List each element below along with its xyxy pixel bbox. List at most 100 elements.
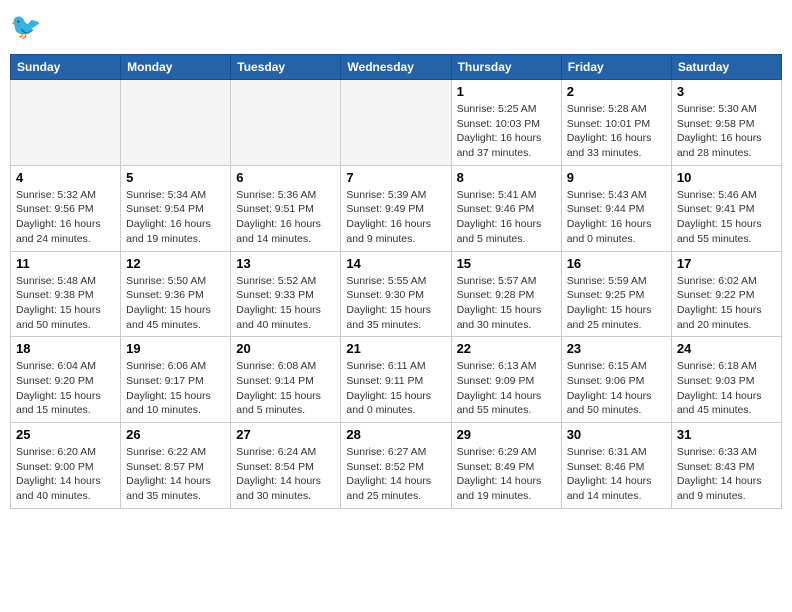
day-number: 3	[677, 84, 776, 99]
day-number: 30	[567, 427, 666, 442]
day-number: 10	[677, 170, 776, 185]
day-info: Sunrise: 6:18 AM Sunset: 9:03 PM Dayligh…	[677, 359, 776, 418]
calendar-cell: 11 Sunrise: 5:48 AM Sunset: 9:38 PM Dayli…	[11, 251, 121, 337]
day-info: Sunrise: 5:30 AM Sunset: 9:58 PM Dayligh…	[677, 102, 776, 161]
day-number: 4	[16, 170, 115, 185]
calendar-cell: 23 Sunrise: 6:15 AM Sunset: 9:06 PM Dayli…	[561, 337, 671, 423]
day-number: 25	[16, 427, 115, 442]
calendar-cell: 3 Sunrise: 5:30 AM Sunset: 9:58 PM Daylig…	[671, 80, 781, 166]
day-number: 16	[567, 256, 666, 271]
weekday-header-thursday: Thursday	[451, 55, 561, 80]
day-number: 11	[16, 256, 115, 271]
logo: 🐦	[10, 10, 50, 46]
day-info: Sunrise: 5:57 AM Sunset: 9:28 PM Dayligh…	[457, 274, 556, 333]
day-number: 1	[457, 84, 556, 99]
day-number: 5	[126, 170, 225, 185]
calendar-week-4: 18 Sunrise: 6:04 AM Sunset: 9:20 PM Dayli…	[11, 337, 782, 423]
day-number: 7	[346, 170, 445, 185]
calendar-cell: 28 Sunrise: 6:27 AM Sunset: 8:52 PM Dayli…	[341, 423, 451, 509]
calendar-cell: 22 Sunrise: 6:13 AM Sunset: 9:09 PM Dayli…	[451, 337, 561, 423]
weekday-header-tuesday: Tuesday	[231, 55, 341, 80]
svg-text:🐦: 🐦	[10, 13, 41, 41]
calendar-cell: 20 Sunrise: 6:08 AM Sunset: 9:14 PM Dayli…	[231, 337, 341, 423]
calendar-table: SundayMondayTuesdayWednesdayThursdayFrid…	[10, 54, 782, 509]
day-number: 17	[677, 256, 776, 271]
day-number: 18	[16, 341, 115, 356]
day-info: Sunrise: 6:08 AM Sunset: 9:14 PM Dayligh…	[236, 359, 335, 418]
calendar-cell: 18 Sunrise: 6:04 AM Sunset: 9:20 PM Dayli…	[11, 337, 121, 423]
day-info: Sunrise: 5:41 AM Sunset: 9:46 PM Dayligh…	[457, 188, 556, 247]
day-info: Sunrise: 5:39 AM Sunset: 9:49 PM Dayligh…	[346, 188, 445, 247]
calendar-cell: 19 Sunrise: 6:06 AM Sunset: 9:17 PM Dayli…	[121, 337, 231, 423]
day-number: 14	[346, 256, 445, 271]
day-number: 2	[567, 84, 666, 99]
day-number: 29	[457, 427, 556, 442]
day-info: Sunrise: 6:15 AM Sunset: 9:06 PM Dayligh…	[567, 359, 666, 418]
day-number: 26	[126, 427, 225, 442]
day-number: 8	[457, 170, 556, 185]
calendar-cell: 12Sunrise: 5:50 AM Sunset: 9:36 PM Dayli…	[121, 251, 231, 337]
calendar-cell: 8 Sunrise: 5:41 AM Sunset: 9:46 PM Daylig…	[451, 165, 561, 251]
weekday-header-wednesday: Wednesday	[341, 55, 451, 80]
calendar-cell	[231, 80, 341, 166]
calendar-cell: 30 Sunrise: 6:31 AM Sunset: 8:46 PM Dayli…	[561, 423, 671, 509]
calendar-cell: 9 Sunrise: 5:43 AM Sunset: 9:44 PM Daylig…	[561, 165, 671, 251]
calendar-body: 1Sunrise: 5:25 AM Sunset: 10:03 PM Dayli…	[11, 80, 782, 509]
day-info: Sunrise: 5:52 AM Sunset: 9:33 PM Dayligh…	[236, 274, 335, 333]
calendar-cell: 13 Sunrise: 5:52 AM Sunset: 9:33 PM Dayli…	[231, 251, 341, 337]
day-info: Sunrise: 6:06 AM Sunset: 9:17 PM Dayligh…	[126, 359, 225, 418]
calendar-cell: 24 Sunrise: 6:18 AM Sunset: 9:03 PM Dayli…	[671, 337, 781, 423]
day-info: Sunrise: 6:24 AM Sunset: 8:54 PM Dayligh…	[236, 445, 335, 504]
day-number: 6	[236, 170, 335, 185]
day-number: 12	[126, 256, 225, 271]
day-number: 31	[677, 427, 776, 442]
calendar-cell: 6 Sunrise: 5:36 AM Sunset: 9:51 PM Daylig…	[231, 165, 341, 251]
calendar-week-2: 4Sunrise: 5:32 AM Sunset: 9:56 PM Daylig…	[11, 165, 782, 251]
day-number: 9	[567, 170, 666, 185]
day-info: Sunrise: 5:28 AM Sunset: 10:01 PM Daylig…	[567, 102, 666, 161]
calendar-cell: 25Sunrise: 6:20 AM Sunset: 9:00 PM Dayli…	[11, 423, 121, 509]
calendar-week-5: 25Sunrise: 6:20 AM Sunset: 9:00 PM Dayli…	[11, 423, 782, 509]
day-number: 13	[236, 256, 335, 271]
day-info: Sunrise: 6:31 AM Sunset: 8:46 PM Dayligh…	[567, 445, 666, 504]
day-info: Sunrise: 6:29 AM Sunset: 8:49 PM Dayligh…	[457, 445, 556, 504]
page-header: 🐦	[10, 10, 782, 46]
day-number: 28	[346, 427, 445, 442]
day-info: Sunrise: 5:48 AM Sunset: 9:38 PM Dayligh…	[16, 274, 115, 333]
calendar-cell: 31Sunrise: 6:33 AM Sunset: 8:43 PM Dayli…	[671, 423, 781, 509]
calendar-cell: 4Sunrise: 5:32 AM Sunset: 9:56 PM Daylig…	[11, 165, 121, 251]
calendar-week-3: 11 Sunrise: 5:48 AM Sunset: 9:38 PM Dayli…	[11, 251, 782, 337]
day-info: Sunrise: 5:43 AM Sunset: 9:44 PM Dayligh…	[567, 188, 666, 247]
day-number: 21	[346, 341, 445, 356]
calendar-header: SundayMondayTuesdayWednesdayThursdayFrid…	[11, 55, 782, 80]
calendar-cell: 7 Sunrise: 5:39 AM Sunset: 9:49 PM Daylig…	[341, 165, 451, 251]
day-info: Sunrise: 5:36 AM Sunset: 9:51 PM Dayligh…	[236, 188, 335, 247]
calendar-cell: 17 Sunrise: 6:02 AM Sunset: 9:22 PM Dayli…	[671, 251, 781, 337]
day-info: Sunrise: 5:55 AM Sunset: 9:30 PM Dayligh…	[346, 274, 445, 333]
day-number: 27	[236, 427, 335, 442]
calendar-cell: 27 Sunrise: 6:24 AM Sunset: 8:54 PM Dayli…	[231, 423, 341, 509]
weekday-header-sunday: Sunday	[11, 55, 121, 80]
calendar-cell: 14 Sunrise: 5:55 AM Sunset: 9:30 PM Dayli…	[341, 251, 451, 337]
day-info: Sunrise: 5:34 AM Sunset: 9:54 PM Dayligh…	[126, 188, 225, 247]
day-number: 23	[567, 341, 666, 356]
day-info: Sunrise: 6:13 AM Sunset: 9:09 PM Dayligh…	[457, 359, 556, 418]
day-info: Sunrise: 6:04 AM Sunset: 9:20 PM Dayligh…	[16, 359, 115, 418]
day-number: 19	[126, 341, 225, 356]
weekday-header-monday: Monday	[121, 55, 231, 80]
day-number: 24	[677, 341, 776, 356]
day-info: Sunrise: 6:27 AM Sunset: 8:52 PM Dayligh…	[346, 445, 445, 504]
calendar-cell	[11, 80, 121, 166]
day-info: Sunrise: 6:02 AM Sunset: 9:22 PM Dayligh…	[677, 274, 776, 333]
calendar-cell: 21 Sunrise: 6:11 AM Sunset: 9:11 PM Dayli…	[341, 337, 451, 423]
weekday-header-row: SundayMondayTuesdayWednesdayThursdayFrid…	[11, 55, 782, 80]
day-number: 20	[236, 341, 335, 356]
day-number: 22	[457, 341, 556, 356]
calendar-cell: 2 Sunrise: 5:28 AM Sunset: 10:01 PM Dayli…	[561, 80, 671, 166]
day-info: Sunrise: 6:11 AM Sunset: 9:11 PM Dayligh…	[346, 359, 445, 418]
calendar-cell: 26Sunrise: 6:22 AM Sunset: 8:57 PM Dayli…	[121, 423, 231, 509]
day-info: Sunrise: 5:46 AM Sunset: 9:41 PM Dayligh…	[677, 188, 776, 247]
calendar-cell: 10 Sunrise: 5:46 AM Sunset: 9:41 PM Dayli…	[671, 165, 781, 251]
day-number: 15	[457, 256, 556, 271]
logo-icon: 🐦	[10, 10, 46, 46]
